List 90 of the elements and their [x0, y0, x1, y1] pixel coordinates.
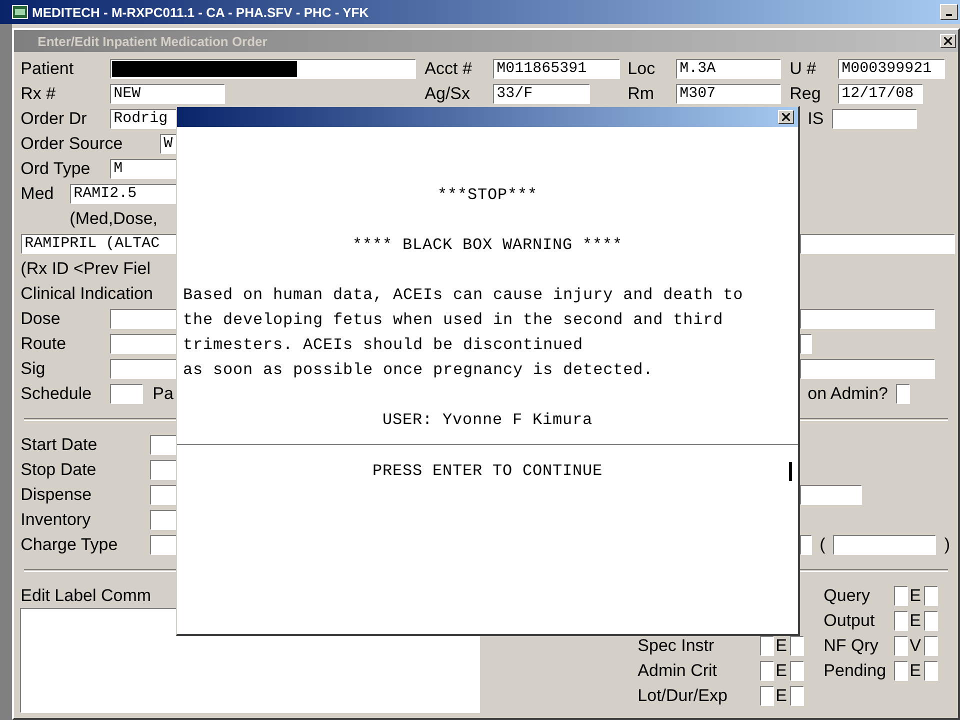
continue-prompt: PRESS ENTER TO CONTINUE	[372, 461, 603, 482]
field-label: Route	[20, 334, 68, 354]
field-label: Stop Date	[20, 460, 98, 480]
close-icon	[782, 113, 790, 121]
field-label: Med	[20, 184, 55, 204]
field-label: Rx #	[20, 84, 56, 102]
field-label: Reg	[790, 84, 821, 102]
comment-label: Edit Label Comm	[20, 585, 152, 607]
checkbox[interactable]	[790, 686, 804, 706]
checkbox[interactable]	[894, 660, 908, 680]
text-field[interactable]	[800, 334, 812, 354]
checkbox[interactable]	[760, 686, 774, 706]
flag-label: Query	[824, 586, 871, 606]
field-label: U #	[790, 58, 816, 78]
field-label: Pa	[152, 384, 174, 404]
field-label: Patient	[20, 58, 74, 78]
checkbox[interactable]	[924, 586, 938, 606]
flag-letter: E	[774, 660, 788, 680]
checkbox[interactable]	[924, 610, 938, 630]
form-title: Enter/Edit Inpatient Medication Order	[38, 34, 268, 48]
text-field[interactable]: M011865391	[492, 58, 620, 78]
text-field[interactable]	[832, 108, 917, 128]
close-button[interactable]	[778, 110, 794, 124]
window-title: MEDITECH - M-RXPC011.1 - CA - PHA.SFV - PHC - YFK	[32, 4, 369, 20]
field-label: IS	[808, 108, 824, 128]
text-field[interactable]: NEW	[110, 84, 225, 104]
close-icon	[944, 37, 952, 45]
field-label: Charge Type	[20, 534, 119, 554]
field-label: (Med,Dose,	[70, 208, 158, 228]
field-label: Order Dr	[20, 108, 88, 128]
text-field[interactable]	[110, 384, 143, 404]
text-field[interactable]: M307	[676, 84, 781, 104]
text-field[interactable]: M000399921	[838, 58, 945, 78]
checkbox[interactable]	[894, 636, 908, 656]
text-field[interactable]: 33/F	[492, 84, 590, 104]
flag-label: Admin Crit	[638, 660, 718, 680]
field-label: Sig	[20, 358, 46, 378]
text-field[interactable]	[800, 234, 955, 254]
field-label: Dispense	[20, 484, 93, 504]
checkbox[interactable]	[760, 636, 774, 656]
field-label: Start Date	[20, 434, 98, 454]
flag-label: Pending	[824, 660, 888, 680]
checkbox[interactable]	[760, 660, 774, 680]
field-label: (Rx ID <Prev Fiel	[20, 258, 151, 278]
text-cursor	[789, 462, 792, 481]
checkbox[interactable]	[894, 610, 908, 630]
text-field[interactable]	[833, 534, 936, 554]
text-field[interactable]: M.3A	[676, 58, 781, 78]
flag-letter: E	[774, 686, 788, 706]
flag-letter: E	[908, 660, 922, 680]
close-button[interactable]	[940, 34, 956, 48]
flag-label: Spec Instr	[638, 636, 716, 656]
warning-subheading: **** BLACK BOX WARNING ****	[352, 235, 623, 256]
field-label: Acct #	[424, 58, 472, 78]
text-field[interactable]	[800, 358, 935, 378]
checkbox[interactable]	[894, 586, 908, 606]
checkbox[interactable]	[924, 660, 938, 680]
field-label: on Admin?	[808, 384, 888, 404]
user-line: USER: Yvonne F Kimura	[382, 410, 593, 431]
minimize-button[interactable]	[940, 4, 958, 20]
field-label: Loc	[628, 58, 656, 78]
field-label: Inventory	[20, 510, 92, 530]
checkbox[interactable]	[790, 660, 804, 680]
field-label: )	[944, 534, 950, 554]
field-label: Rm	[628, 84, 654, 102]
warning-message: Based on human data, ACEIs can cause injury and death to the developing fetus when used in the second and third trimesters. ACEIs should be discontinued as soon as possible once pregnancy is detected.	[182, 285, 744, 381]
text-field[interactable]: 12/17/08	[838, 84, 923, 104]
field-label: (	[820, 534, 826, 554]
text-field[interactable]	[110, 58, 416, 78]
field-label: Order Source	[20, 134, 124, 154]
field-label: Clinical Indication	[20, 284, 153, 304]
flag-label: Output	[824, 610, 876, 630]
text-field[interactable]	[800, 308, 935, 328]
flag-letter: E	[908, 610, 922, 630]
field-label: Ord Type	[20, 158, 92, 178]
flag-letter: V	[908, 636, 922, 656]
text-field[interactable]	[800, 534, 812, 554]
text-field[interactable]	[800, 484, 862, 504]
field-label: Ag/Sx	[424, 84, 470, 102]
app-icon	[12, 5, 28, 19]
checkbox[interactable]	[924, 636, 938, 656]
flag-letter: E	[774, 636, 788, 656]
warning-heading: ***STOP***	[437, 185, 538, 206]
checkbox[interactable]	[790, 636, 804, 656]
flag-label: Lot/Dur/Exp	[638, 686, 728, 706]
field-label: Dose	[20, 308, 62, 328]
flag-letter: E	[908, 586, 922, 606]
field-label: Schedule	[20, 384, 93, 404]
flag-label: NF Qry	[824, 636, 880, 656]
checkbox[interactable]	[896, 384, 910, 404]
